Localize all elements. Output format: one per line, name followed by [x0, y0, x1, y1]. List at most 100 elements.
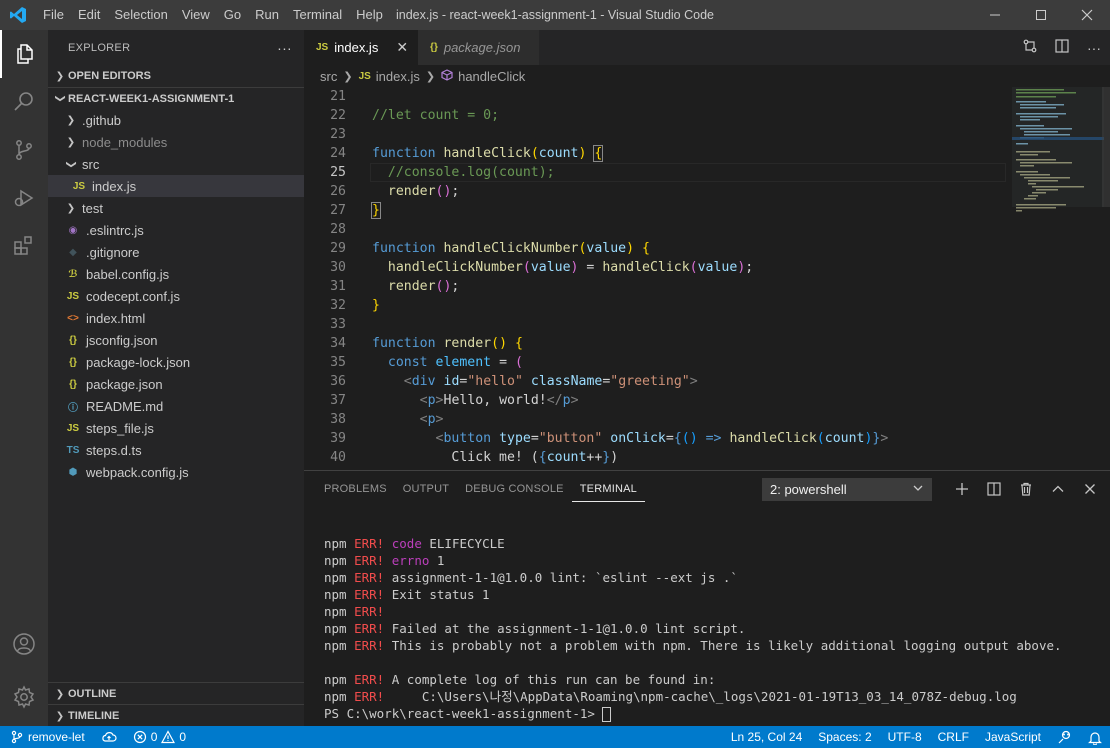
problems-status[interactable]: 0 0 [125, 726, 194, 748]
terminal-text: C:\Users\나정\AppData\Roaming\npm-cache\_l… [391, 689, 1017, 704]
terminal-err-tag: ERR! [354, 553, 385, 568]
accounts-icon[interactable] [0, 620, 48, 668]
breadcrumb-src[interactable]: src [320, 69, 337, 84]
source-control-icon[interactable] [0, 126, 48, 174]
line-number: 33 [330, 317, 346, 332]
tree-item[interactable]: <> index.html [48, 307, 304, 329]
sync-status[interactable] [93, 726, 125, 748]
close-window-button[interactable] [1064, 0, 1110, 30]
maximize-panel-icon[interactable] [1044, 477, 1072, 501]
search-icon[interactable] [0, 78, 48, 126]
code-editor[interactable]: 21 22 //let count = 0; 23 24 function handleC… [304, 87, 1110, 470]
tab-debug-console[interactable]: DEBUG CONSOLE [457, 471, 572, 507]
manage-gear-icon[interactable] [0, 673, 48, 721]
terminal-prefix: npm [324, 689, 347, 704]
end-of-line[interactable]: CRLF [930, 726, 977, 748]
chevron-right-icon: ❯ [66, 136, 76, 148]
terminal-select[interactable]: 2: powershell [762, 478, 932, 501]
tree-item[interactable]: ◉ .eslintrc.js [48, 219, 304, 241]
breadcrumb-file[interactable]: index.js [376, 69, 420, 84]
tree-item[interactable]: ❯ src [48, 153, 304, 175]
terminal-prefix: npm [324, 672, 347, 687]
more-actions-icon[interactable]: ··· [1078, 40, 1110, 56]
html-file-icon: <> [67, 312, 79, 324]
menu-selection[interactable]: Selection [107, 0, 174, 30]
menu-view[interactable]: View [175, 0, 217, 30]
tab-package-json[interactable]: {} package.json [418, 30, 541, 65]
terminal-prompt[interactable]: PS C:\work\react-week1-assignment-1> [324, 705, 1062, 722]
close-icon[interactable]: ✕ [396, 39, 408, 56]
tab-problems[interactable]: PROBLEMS [316, 471, 395, 507]
minimap[interactable] [1012, 87, 1104, 470]
close-panel-icon[interactable] [1076, 477, 1104, 501]
terminal-output[interactable]: npm ERR! code ELIFECYCLE npm ERR! errno 1… [324, 535, 1062, 722]
breadcrumb-symbol[interactable]: handleClick [458, 69, 525, 84]
tree-item[interactable]: ⓘ README.md [48, 395, 304, 417]
terminal-line: npm ERR! A complete log of this run can … [324, 671, 1062, 688]
more-actions-icon[interactable]: ··· [277, 40, 292, 56]
branch-status[interactable]: remove-let [0, 726, 93, 748]
terminal-prefix: npm [324, 553, 347, 568]
editor-scrollbar[interactable] [1100, 87, 1110, 470]
tab-terminal[interactable]: TERMINAL [571, 476, 645, 502]
tree-item[interactable]: ◆ .gitignore [48, 241, 304, 263]
tree-item[interactable]: ℬbabel.config.js [48, 263, 304, 285]
split-terminal-icon[interactable] [980, 477, 1008, 501]
tree-item[interactable]: {} package.json [48, 373, 304, 395]
new-terminal-icon[interactable] [948, 477, 976, 501]
tree-item[interactable]: TS steps.d.ts [48, 439, 304, 461]
language-mode[interactable]: JavaScript [977, 726, 1049, 748]
trash-icon[interactable] [1012, 477, 1040, 501]
cursor-position[interactable]: Ln 25, Col 24 [723, 726, 810, 748]
notifications-bell-icon[interactable] [1080, 726, 1110, 748]
outline-label: OUTLINE [68, 688, 117, 700]
feedback-icon[interactable] [1049, 726, 1080, 748]
tree-item[interactable]: JS index.js [48, 175, 304, 197]
branch-name: remove-let [28, 730, 85, 744]
tree-item[interactable]: ⬢ webpack.config.js [48, 461, 304, 483]
chevron-right-icon: ❯ [55, 70, 65, 82]
babel-icon: ℬ [68, 268, 78, 280]
menu-terminal[interactable]: Terminal [286, 0, 349, 30]
tree-item[interactable]: ❯ test [48, 197, 304, 219]
run-debug-icon[interactable] [0, 174, 48, 222]
terminal-err-tag: ERR! [354, 587, 385, 602]
tree-item[interactable]: JS steps_file.js [48, 417, 304, 439]
project-section[interactable]: ❯ REACT-WEEK1-ASSIGNMENT-1 [48, 87, 304, 109]
tree-item[interactable]: {} jsconfig.json [48, 329, 304, 351]
menu-run[interactable]: Run [248, 0, 286, 30]
outline-section[interactable]: ❯ OUTLINE [48, 682, 304, 705]
tree-item[interactable]: ❯ node_modules [48, 131, 304, 153]
timeline-section[interactable]: ❯ TIMELINE [48, 704, 304, 727]
menu-go[interactable]: Go [217, 0, 248, 30]
open-changes-icon[interactable] [1014, 38, 1046, 57]
tree-item[interactable]: JS codecept.conf.js [48, 285, 304, 307]
vscode-logo-icon [0, 0, 36, 30]
terminal-err-tag: ERR! [354, 536, 385, 551]
menu-edit[interactable]: Edit [71, 0, 107, 30]
tree-item[interactable]: ❯ .github [48, 109, 304, 131]
minimize-button[interactable] [972, 0, 1018, 30]
code-line: 21 [304, 87, 1004, 106]
indentation[interactable]: Spaces: 2 [810, 726, 879, 748]
menu-help[interactable]: Help [349, 0, 390, 30]
extensions-icon[interactable] [0, 222, 48, 270]
code-text: const element = ( [387, 355, 523, 370]
tree-item-label: codecept.conf.js [86, 288, 180, 304]
timeline-label: TIMELINE [68, 710, 120, 722]
error-count: 0 [150, 730, 158, 744]
terminal-prefix: npm [324, 621, 347, 636]
warning-count: 0 [179, 730, 187, 744]
tab-index-js[interactable]: JS index.js ✕ [304, 30, 419, 65]
maximize-button[interactable] [1018, 0, 1064, 30]
tree-item[interactable]: {} package-lock.json [48, 351, 304, 373]
encoding[interactable]: UTF-8 [880, 726, 930, 748]
code-text: Click me! ({count++}) [372, 450, 619, 465]
split-editor-icon[interactable] [1046, 38, 1078, 57]
menu-file[interactable]: File [36, 0, 71, 30]
tree-item-label: package.json [86, 376, 163, 392]
terminal-prefix: npm [324, 604, 347, 619]
tab-output[interactable]: OUTPUT [395, 471, 457, 507]
explorer-icon[interactable] [0, 30, 48, 78]
open-editors-section[interactable]: ❯ OPEN EDITORS [48, 65, 304, 87]
